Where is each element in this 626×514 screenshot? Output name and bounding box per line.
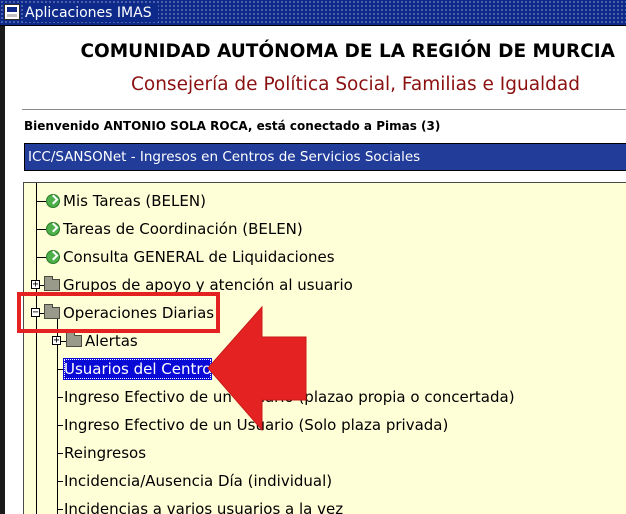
task-arrow-icon xyxy=(46,222,60,236)
welcome-message: Bienvenido ANTONIO SOLA ROCA, está conec… xyxy=(24,119,441,133)
folder-icon xyxy=(44,276,60,291)
expand-toggle-icon[interactable]: + xyxy=(31,280,40,290)
tree-item-label: Incidencia/Ausencia Día (individual) xyxy=(64,472,333,490)
folder-icon xyxy=(66,332,82,347)
tree-item-label: Alertas xyxy=(85,332,138,350)
menu-tree[interactable]: Mis Tareas (BELEN) Tareas de Coordinació… xyxy=(23,182,626,514)
window-title-bar[interactable]: Aplicaciones IMAS xyxy=(0,0,626,26)
collapse-toggle-icon[interactable]: − xyxy=(31,308,40,318)
department-subtitle: Consejería de Política Social, Familias … xyxy=(130,74,580,95)
tree-branch xyxy=(36,201,46,202)
tree-branch xyxy=(36,229,46,230)
window-title: Aplicaciones IMAS xyxy=(23,4,158,22)
tree-item-label: Reingresos xyxy=(64,444,147,462)
tree-item-label: Grupos de apoyo y atención al usuario xyxy=(63,276,353,294)
tree-item-label: Tareas de Coordinación (BELEN) xyxy=(63,220,303,238)
tree-branch xyxy=(36,257,46,258)
window-left-border xyxy=(0,26,5,514)
task-arrow-icon xyxy=(46,194,60,208)
tree-item-label: Operaciones Diarias xyxy=(63,304,215,322)
tree-item-label: Consulta GENERAL de Liquidaciones xyxy=(63,248,335,266)
tree-item-label: Incidencias a varios usuarios a la vez xyxy=(64,500,344,514)
header-divider xyxy=(22,109,626,111)
tree-item-label: Mis Tareas (BELEN) xyxy=(63,192,206,210)
app-window-icon[interactable] xyxy=(4,4,20,20)
tree-connector-root xyxy=(36,183,37,514)
tree-item-label: Usuarios del Centro xyxy=(63,358,213,380)
organization-title: COMUNIDAD AUTÓNOMA DE LA REGIÓN DE MURCI… xyxy=(80,41,615,62)
tree-item-label: Ingreso Efectivo de un Usuario (Solo pla… xyxy=(64,416,449,434)
task-arrow-icon xyxy=(46,250,60,264)
tree-item-label: Ingreso Efectivo de un Usuario (plazao p… xyxy=(64,388,515,406)
application-selector[interactable]: ICC/SANSONet - Ingresos en Centros de Se… xyxy=(24,143,626,171)
expand-toggle-icon[interactable]: + xyxy=(52,336,61,346)
folder-icon xyxy=(44,304,60,319)
